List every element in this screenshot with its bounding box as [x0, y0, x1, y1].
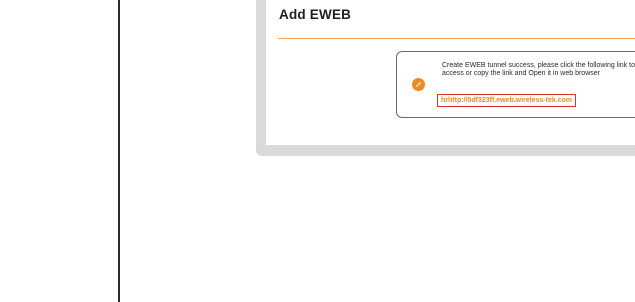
toast-message: Create EWEB tunnel success, please click…: [442, 62, 635, 78]
dialog-title: Add EWEB: [279, 7, 352, 22]
success-toast: Create EWEB tunnel success, please click…: [396, 51, 635, 118]
sidebar-border: [118, 0, 120, 302]
title-divider: [278, 38, 635, 39]
tunnel-link[interactable]: hrhttp://0df323ff.eweb.wireless-tek.com: [437, 94, 577, 107]
compass-icon: [412, 78, 425, 91]
add-eweb-dialog: Add EWEB Create EWEB tunnel success, ple…: [266, 0, 635, 145]
